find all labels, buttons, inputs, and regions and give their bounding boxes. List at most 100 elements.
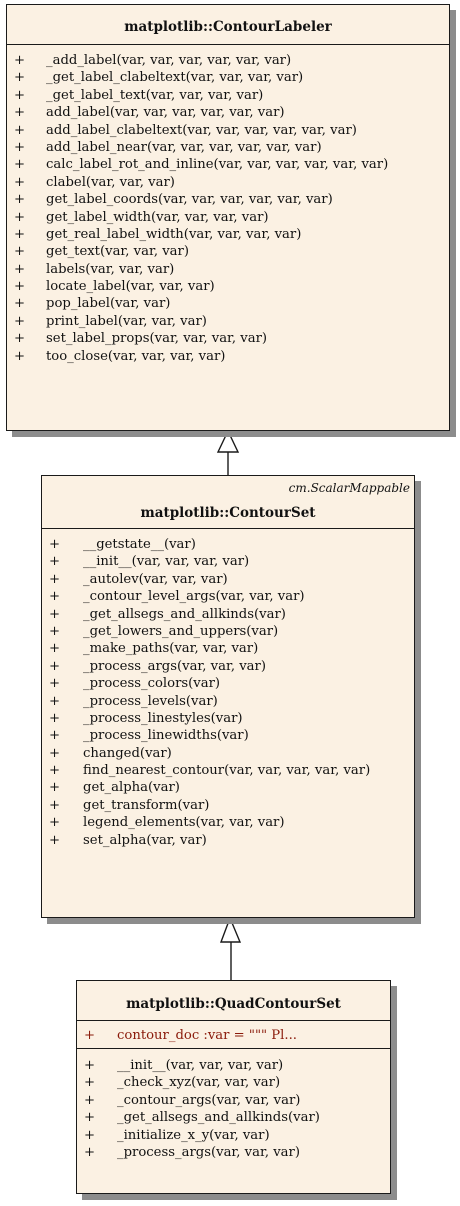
visibility-marker: +	[84, 1092, 96, 1108]
method-row: + _get_lowers_and_uppers(var)	[42, 623, 414, 640]
method-row: + set_label_props(var, var, var, var)	[7, 330, 449, 347]
method-row: + _process_colors(var)	[42, 675, 414, 692]
attribute-list: + contour_doc :var = """ Pl...	[77, 1027, 390, 1044]
member-signature: get_label_coords(var, var, var, var, var…	[46, 192, 333, 208]
member-signature: __getstate__(var)	[83, 537, 196, 552]
class-separator	[42, 528, 414, 529]
visibility-marker: +	[14, 139, 26, 155]
member-signature: _get_label_clabeltext(var, var, var, var…	[46, 70, 304, 86]
visibility-marker: +	[49, 693, 61, 709]
method-row: + _process_linewidths(var)	[42, 727, 414, 744]
method-row: + print_label(var, var, var)	[7, 313, 449, 330]
member-signature: _process_args(var, var, var)	[117, 1144, 300, 1160]
method-row: + _get_allsegs_and_allkinds(var)	[77, 1109, 390, 1126]
member-signature: _contour_level_args(var, var, var)	[83, 589, 305, 605]
visibility-marker: +	[84, 1075, 96, 1091]
class-contour-labeler[interactable]: matplotlib::ContourLabeler + _add_label(v…	[6, 4, 450, 431]
member-signature: __init__(var, var, var, var)	[83, 554, 250, 570]
edge-contourset-to-contourlabeler	[216, 429, 240, 475]
method-row: + labels(var, var, var)	[7, 261, 449, 278]
visibility-marker: +	[49, 658, 61, 674]
member-signature: _get_lowers_and_uppers(var)	[83, 623, 279, 639]
member-signature: _get_allsegs_and_allkinds(var)	[83, 606, 286, 622]
visibility-marker: +	[14, 296, 26, 312]
visibility-marker: +	[49, 676, 61, 692]
visibility-marker: +	[49, 606, 61, 622]
visibility-marker: +	[49, 815, 61, 831]
class-separator	[77, 1048, 390, 1049]
visibility-marker: +	[49, 623, 61, 639]
member-signature: get_text(var, var, var)	[46, 244, 189, 260]
visibility-marker: +	[84, 1058, 96, 1073]
method-row: + get_alpha(var)	[42, 779, 414, 796]
member-signature: _contour_args(var, var, var)	[117, 1092, 301, 1108]
method-row: + _process_args(var, var, var)	[77, 1144, 390, 1161]
visibility-marker: +	[49, 571, 61, 587]
member-signature: _add_label(var, var, var, var, var, var)	[46, 53, 292, 68]
class-title: matplotlib::QuadContourSet	[126, 996, 341, 1012]
visibility-marker: +	[49, 589, 61, 605]
method-row: + _make_paths(var, var, var)	[42, 640, 414, 657]
visibility-marker: +	[14, 70, 26, 86]
method-row: + get_transform(var)	[42, 797, 414, 814]
member-signature: _make_paths(var, var, var)	[83, 641, 259, 657]
inheritance-arrowhead	[216, 429, 240, 453]
visibility-marker: +	[14, 226, 26, 242]
visibility-marker: +	[84, 1028, 96, 1043]
method-row: + add_label(var, var, var, var, var, var)	[7, 104, 449, 121]
method-row: + _check_xyz(var, var, var)	[77, 1074, 390, 1091]
visibility-marker: +	[14, 279, 26, 295]
method-row: + legend_elements(var, var, var)	[42, 814, 414, 831]
visibility-marker: +	[49, 728, 61, 744]
class-separator	[77, 1020, 390, 1021]
method-row: + _contour_args(var, var, var)	[77, 1092, 390, 1109]
visibility-marker: +	[49, 710, 61, 726]
member-signature: calc_label_rot_and_inline(var, var, var,…	[46, 157, 389, 173]
method-row: + get_real_label_width(var, var, var, var…	[7, 226, 449, 243]
visibility-marker: +	[84, 1144, 96, 1160]
member-signature: __init__(var, var, var, var)	[117, 1058, 284, 1073]
class-title: matplotlib::ContourLabeler	[124, 19, 332, 35]
method-row: + add_label_clabeltext(var, var, var, var…	[7, 122, 449, 139]
method-row: + get_label_width(var, var, var, var)	[7, 209, 449, 226]
method-row: + clabel(var, var, var)	[7, 174, 449, 191]
method-row: + calc_label_rot_and_inline(var, var, var…	[7, 156, 449, 173]
member-signature: clabel(var, var, var)	[46, 174, 175, 190]
visibility-marker: +	[14, 105, 26, 121]
inheritance-arrowhead	[219, 916, 242, 943]
visibility-marker: +	[14, 348, 26, 364]
method-row: + _get_allsegs_and_allkinds(var)	[42, 606, 414, 623]
visibility-marker: +	[14, 87, 26, 103]
member-signature: add_label_clabeltext(var, var, var, var,…	[46, 122, 357, 138]
method-row: + _process_levels(var)	[42, 693, 414, 710]
method-row: + changed(var)	[42, 745, 414, 762]
member-signature: _get_allsegs_and_allkinds(var)	[117, 1110, 320, 1126]
method-row: + __init__(var, var, var, var)	[77, 1057, 390, 1074]
method-row: + _add_label(var, var, var, var, var, var…	[7, 52, 449, 69]
member-signature: _autolev(var, var, var)	[83, 571, 228, 587]
visibility-marker: +	[14, 157, 26, 173]
visibility-marker: +	[49, 554, 61, 570]
class-quad-contour-set[interactable]: matplotlib::QuadContourSet + contour_doc …	[76, 980, 391, 1194]
member-signature: _initialize_x_y(var, var)	[117, 1127, 270, 1143]
member-signature: _check_xyz(var, var, var)	[117, 1075, 281, 1091]
member-signature: set_label_props(var, var, var, var)	[46, 331, 268, 347]
class-contour-set[interactable]: cm.ScalarMappable matplotlib::ContourSet…	[41, 475, 415, 918]
method-row: + find_nearest_contour(var, var, var, var…	[42, 762, 414, 779]
visibility-marker: +	[14, 53, 26, 68]
visibility-marker: +	[49, 745, 61, 761]
member-signature: changed(var)	[83, 745, 172, 761]
edge-quadcontourset-to-contourset	[219, 916, 242, 980]
visibility-marker: +	[49, 832, 61, 848]
method-row: + _initialize_x_y(var, var)	[77, 1127, 390, 1144]
member-signature: add_label(var, var, var, var, var, var)	[46, 105, 285, 121]
visibility-marker: +	[49, 780, 61, 796]
method-row: + locate_label(var, var, var)	[7, 278, 449, 295]
member-signature: _process_args(var, var, var)	[83, 658, 266, 674]
visibility-marker: +	[14, 209, 26, 225]
member-signature: _process_colors(var)	[83, 676, 221, 692]
member-signature: _process_levels(var)	[83, 693, 218, 709]
method-list: + __getstate__(var) + __init__(var, var, va…	[42, 536, 414, 849]
visibility-marker: +	[49, 797, 61, 813]
member-signature: _process_linestyles(var)	[83, 710, 243, 726]
